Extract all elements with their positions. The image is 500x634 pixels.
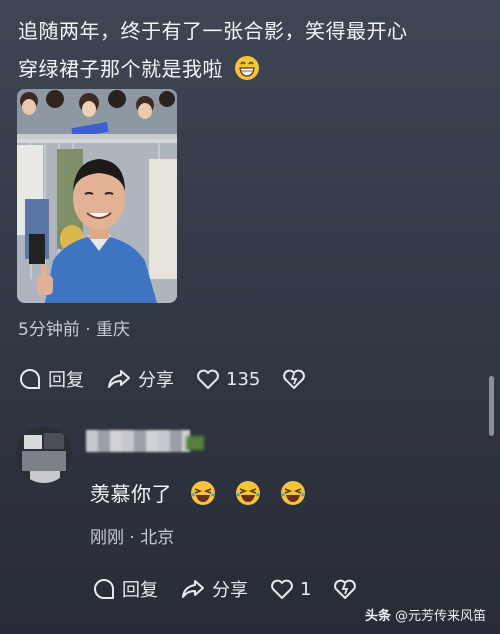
comment-text: 羡慕你了	[90, 482, 172, 506]
share-icon	[108, 370, 130, 388]
comment-reply-label: 回复	[122, 580, 158, 601]
post-share-button[interactable]: 分享	[106, 366, 174, 392]
post-text: 追随两年，终于有了一张合影，笑得最开心 穿绿裙子那个就是我啦	[18, 12, 488, 89]
post-like-count: 135	[226, 368, 261, 390]
comment-share-button[interactable]: 分享	[180, 576, 248, 602]
comment-share-label: 分享	[212, 580, 248, 601]
comment-meta: 刚刚 · 北京	[90, 528, 175, 548]
broken-heart-icon	[334, 579, 357, 599]
comment-actions: 回复 分享 1	[92, 576, 385, 602]
laughing-tears-emoji-icon	[279, 479, 307, 512]
post-line-1: 追随两年，终于有了一张合影，笑得最开心	[18, 19, 408, 43]
avatar[interactable]	[16, 427, 72, 483]
laughing-tears-emoji-icon	[189, 479, 217, 512]
post-line-2: 穿绿裙子那个就是我啦	[18, 57, 223, 81]
heart-icon	[197, 369, 219, 389]
comment-text-row: 羡慕你了	[90, 478, 307, 512]
scrollbar[interactable]	[489, 376, 494, 436]
post-reply-button[interactable]: 回复	[18, 366, 84, 392]
watermark-brand: 头条	[364, 609, 391, 624]
post-share-label: 分享	[138, 370, 174, 391]
grin-emoji-icon	[230, 56, 260, 82]
post-meta: 5分钟前 · 重庆	[18, 320, 131, 340]
comment-like-count: 1	[300, 578, 312, 600]
watermark: 头条 @元芳传来风笛	[365, 605, 486, 624]
post-line-2-row: 穿绿裙子那个就是我啦	[18, 50, 488, 89]
post-dislike-button[interactable]	[282, 368, 312, 390]
post-photo[interactable]	[17, 89, 177, 303]
post-reply-label: 回复	[48, 370, 84, 391]
comment-like-button[interactable]: 1	[270, 578, 311, 600]
broken-heart-icon	[283, 369, 306, 389]
post-like-button[interactable]: 135	[196, 368, 260, 390]
comment-reply-button[interactable]: 回复	[92, 576, 158, 602]
post-actions: 回复 分享 135	[18, 366, 334, 392]
heart-icon	[271, 579, 293, 599]
comment-icon	[20, 368, 40, 389]
comment-icon	[94, 578, 114, 599]
laughing-tears-emoji-icon	[234, 479, 262, 512]
comment-dislike-button[interactable]	[333, 578, 363, 600]
commenter-username-blurred[interactable]	[86, 430, 190, 452]
share-icon	[182, 580, 204, 598]
watermark-handle: @元芳传来风笛	[394, 609, 486, 624]
